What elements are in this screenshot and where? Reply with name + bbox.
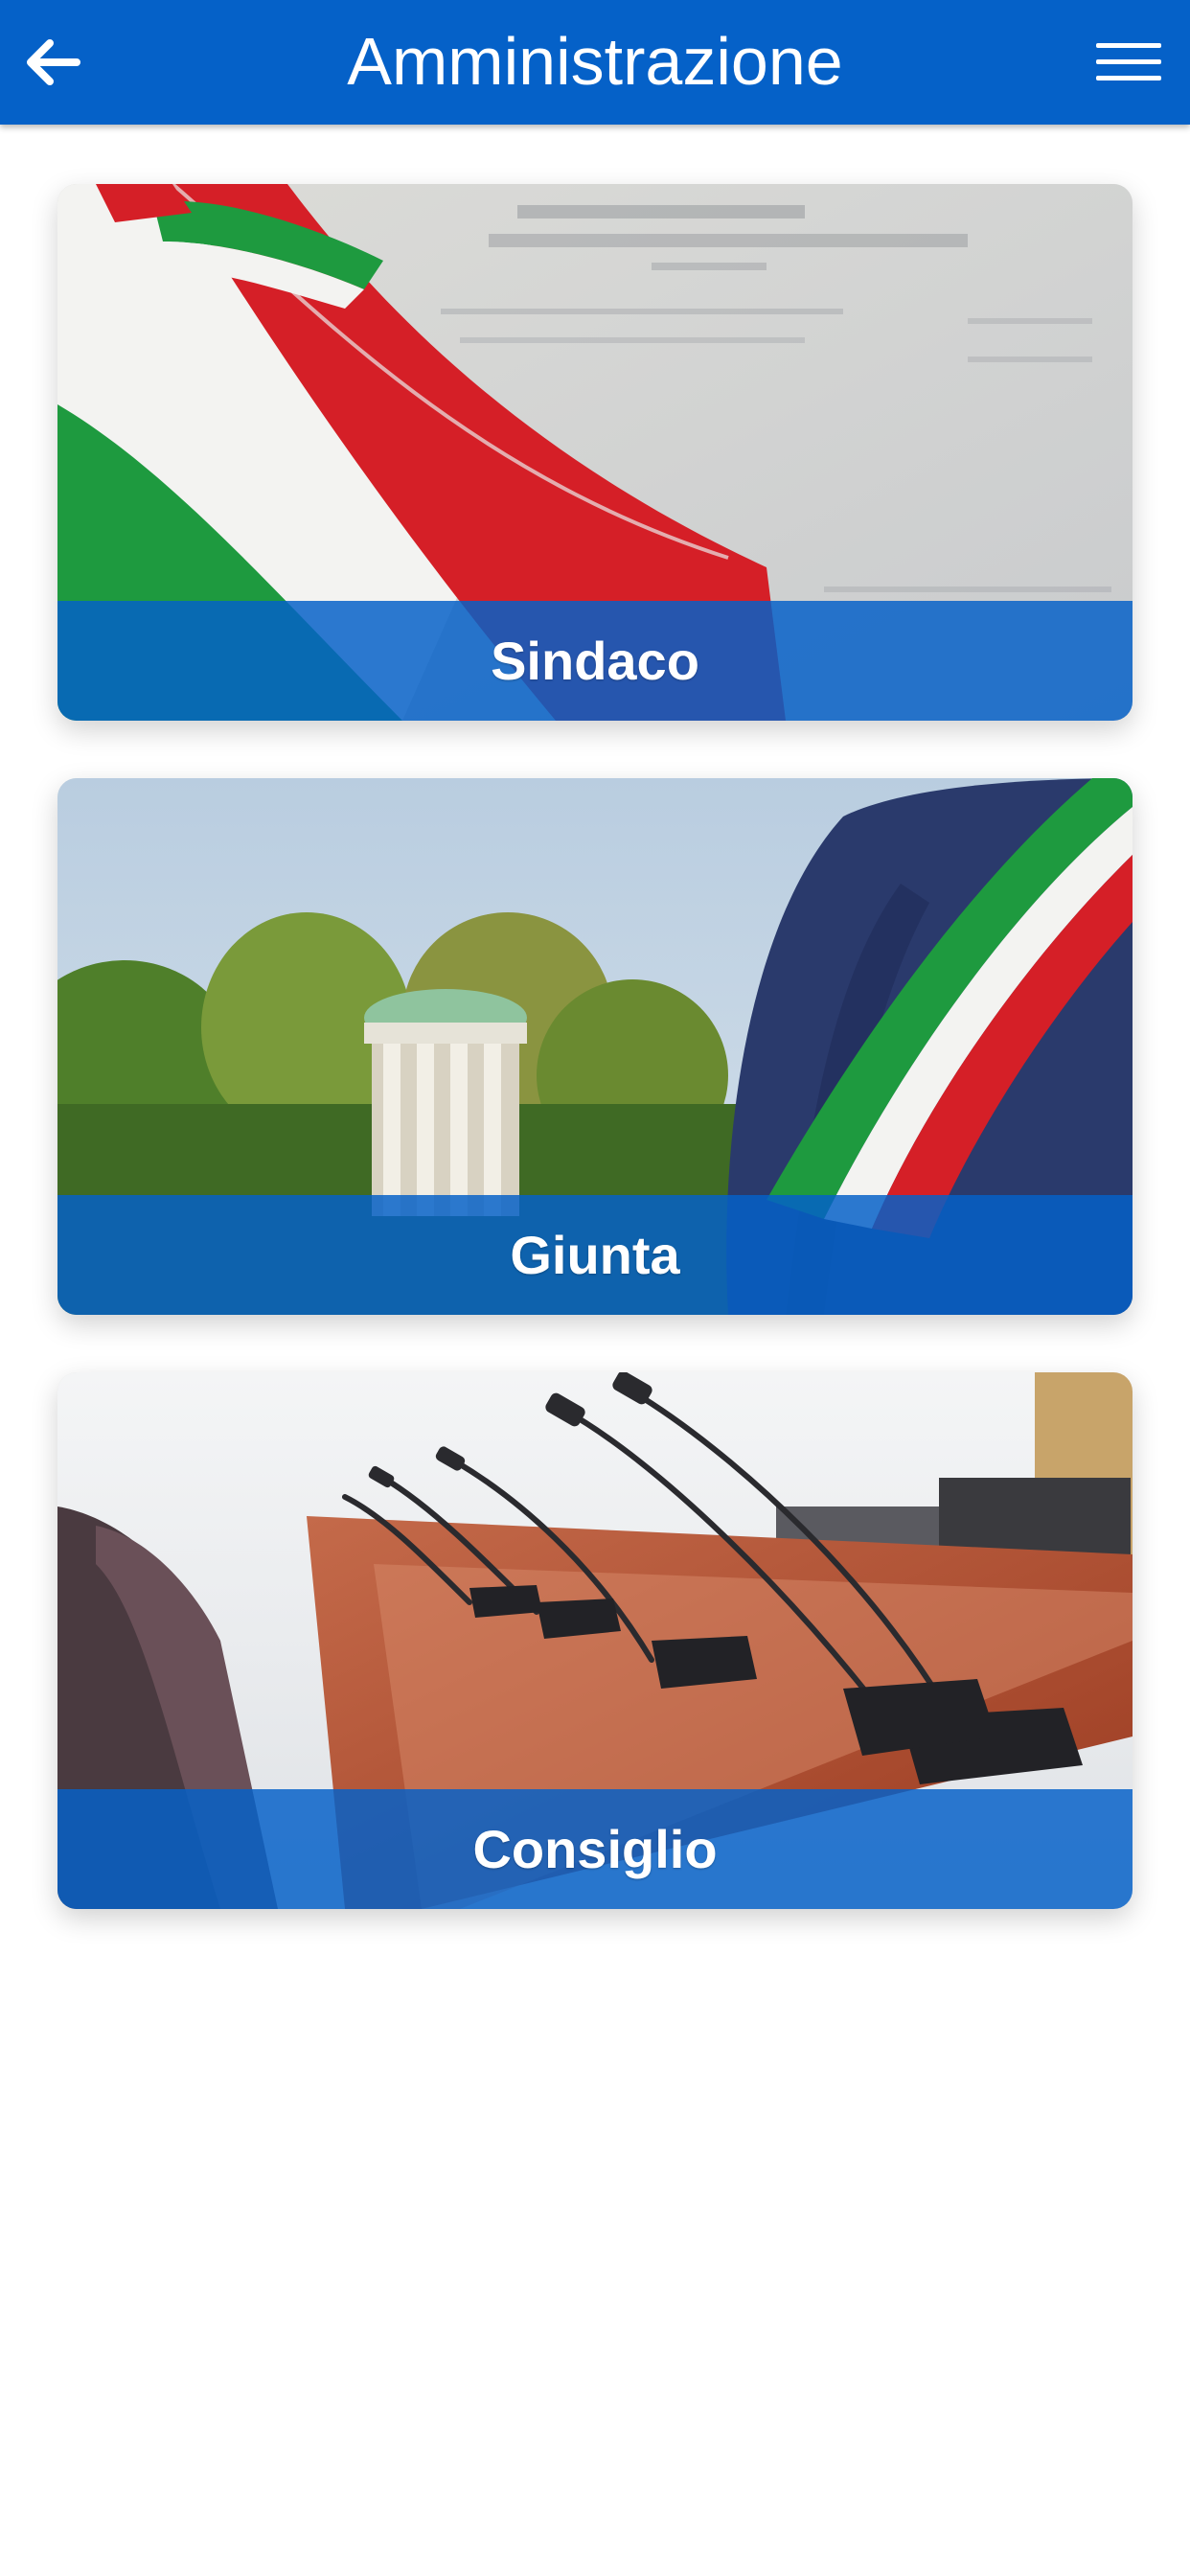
card-caption: Giunta	[57, 1195, 1133, 1315]
card-sindaco[interactable]: Sindaco	[57, 184, 1133, 721]
back-button[interactable]	[13, 25, 94, 100]
card-giunta[interactable]: Giunta	[57, 778, 1133, 1315]
arrow-left-icon	[27, 39, 80, 85]
card-caption: Consiglio	[57, 1789, 1133, 1909]
page-title: Amministrazione	[347, 24, 843, 99]
menu-button[interactable]	[1081, 25, 1177, 100]
card-label: Consiglio	[472, 1819, 718, 1879]
card-label: Giunta	[510, 1225, 680, 1285]
card-consiglio[interactable]: Consiglio	[57, 1372, 1133, 1909]
app-header: Amministrazione	[0, 0, 1190, 125]
card-caption: Sindaco	[57, 601, 1133, 721]
hamburger-menu-icon	[1096, 43, 1161, 80]
card-label: Sindaco	[491, 631, 699, 691]
